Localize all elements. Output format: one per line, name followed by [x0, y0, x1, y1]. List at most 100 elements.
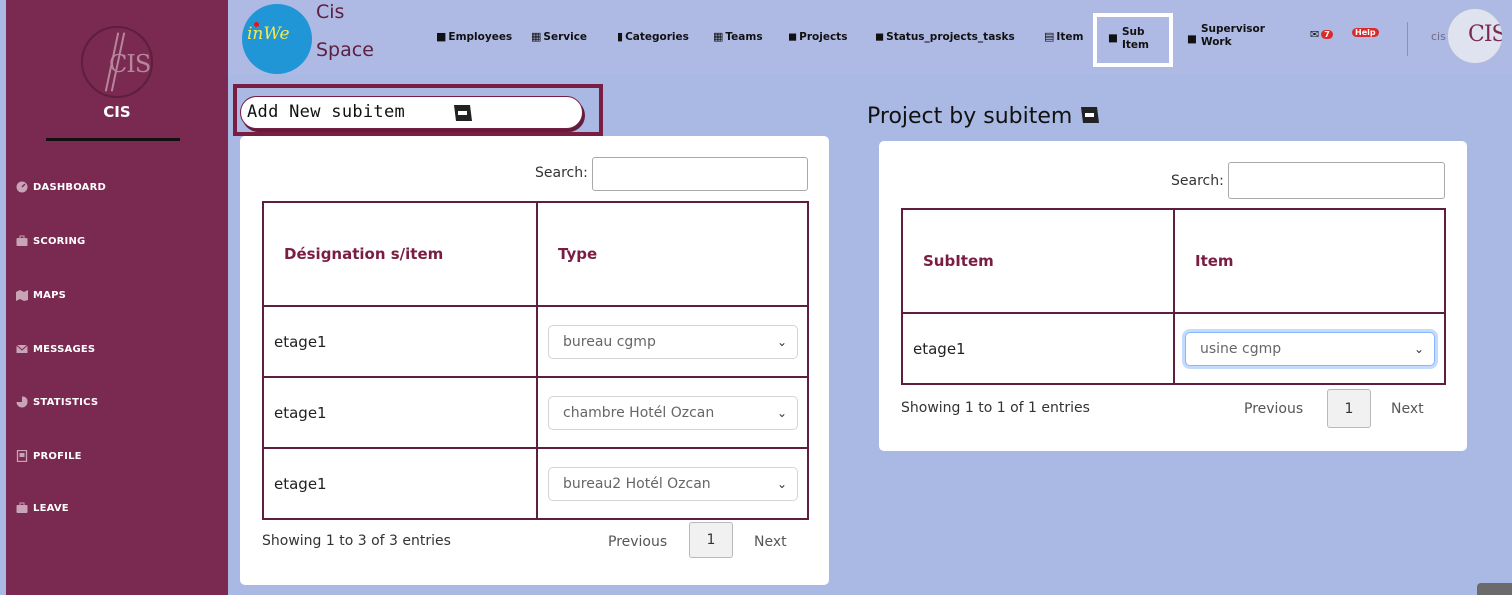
nav-label: Supervisor — [1201, 23, 1265, 35]
search-input[interactable] — [592, 157, 808, 191]
item-select[interactable]: usine cgmp ⌄ — [1185, 331, 1435, 366]
table-row: etage1 usine cgmp ⌄ — [901, 312, 1446, 385]
nav-projects[interactable]: ◼ Projects — [788, 30, 847, 43]
briefcase-icon: ◼ — [875, 30, 885, 43]
column-header-designation[interactable]: Désignation s/item — [262, 201, 538, 307]
chart-icon — [16, 396, 28, 408]
sidebar: CIS CIS DASHBOARD SCORING MAPS MESSAGES … — [6, 0, 228, 595]
id-card-icon — [16, 450, 28, 462]
nav-categories[interactable]: ▮ Categories — [617, 30, 689, 43]
table-info: Showing 1 to 3 of 3 entries — [262, 533, 451, 549]
brand-name-line2: Space — [316, 39, 374, 61]
table-icon: ▦ — [531, 30, 542, 43]
chevron-down-icon: ⌄ — [776, 476, 787, 491]
user-icon: ■ — [436, 30, 447, 43]
sidebar-item-dashboard[interactable]: DASHBOARD — [16, 176, 106, 198]
select-value: chambre Hotél Ozcan — [563, 404, 715, 421]
type-cell: chambre Hotél Ozcan ⌄ — [536, 376, 809, 449]
sub-item-icon: ■ — [1108, 32, 1118, 44]
sub-item-icon — [1081, 107, 1100, 123]
nav-label: Projects — [799, 30, 848, 43]
nav-label: Work — [1201, 36, 1232, 48]
type-select[interactable]: bureau cgmp ⌄ — [548, 324, 798, 359]
help-button[interactable]: Help — [1352, 28, 1379, 37]
nav-label: Service — [543, 30, 588, 43]
nav-status-projects-tasks[interactable]: ◼ Status_projects_tasks — [875, 30, 1015, 43]
type-select[interactable]: chambre Hotél Ozcan ⌄ — [548, 395, 798, 430]
envelope-icon: ✉ — [1310, 28, 1320, 41]
page-number-button[interactable]: 1 — [1327, 389, 1371, 428]
table-header-row: SubItem Item — [901, 208, 1446, 314]
nav-item[interactable]: ▤ Item — [1044, 30, 1083, 43]
table-row: etage1 bureau2 Hotél Ozcan ⌄ — [262, 447, 809, 520]
page-title: Project by subitem — [867, 104, 1101, 129]
add-button-label: Add New subitem — [247, 102, 406, 122]
nav-label: Item — [1122, 39, 1149, 51]
next-page-button[interactable]: Next — [754, 534, 787, 550]
designation-cell: etage1 — [262, 305, 538, 378]
sidebar-item-label: MESSAGES — [33, 343, 96, 355]
sidebar-item-label: MAPS — [33, 289, 67, 301]
page-number-button[interactable]: 1 — [689, 522, 733, 558]
designation-cell: etage1 — [262, 447, 538, 520]
table-row: etage1 bureau cgmp ⌄ — [262, 305, 809, 378]
clipboard-icon: ▮ — [617, 30, 624, 43]
select-value: bureau2 Hotél Ozcan — [563, 475, 711, 492]
nav-label: Employees — [448, 30, 513, 43]
logo-mark: CIS — [109, 50, 151, 78]
sidebar-item-label: STATISTICS — [33, 396, 99, 408]
select-value: usine cgmp — [1200, 340, 1282, 357]
column-header-subitem[interactable]: SubItem — [901, 208, 1175, 314]
sidebar-title: CIS — [103, 103, 131, 121]
project-subitem-table: SubItem Item etage1 usine cgmp ⌄ — [901, 208, 1446, 385]
chevron-down-icon: ⌄ — [776, 334, 787, 349]
add-new-subitem-button[interactable]: Add New subitem — [240, 96, 583, 129]
mail-count-badge: 7 — [1321, 30, 1333, 39]
previous-page-button[interactable]: Previous — [608, 534, 667, 550]
sidebar-divider — [46, 138, 180, 141]
briefcase-icon — [16, 235, 28, 246]
type-select[interactable]: bureau2 Hotél Ozcan ⌄ — [548, 466, 798, 501]
scroll-corner — [1477, 583, 1512, 595]
sidebar-item-leave[interactable]: LEAVE — [16, 497, 69, 519]
nav-teams[interactable]: ▦ Teams — [713, 30, 763, 43]
table-row: etage1 chambre Hotél Ozcan ⌄ — [262, 376, 809, 449]
help-badge: Help — [1352, 28, 1379, 37]
user-name[interactable]: cis — [1431, 30, 1446, 43]
nav-label: Item — [1056, 30, 1084, 43]
nav-divider — [1407, 22, 1408, 56]
briefcase-icon — [16, 502, 28, 513]
dashboard-icon — [16, 181, 28, 193]
map-icon — [16, 290, 28, 301]
sidebar-item-statistics[interactable]: STATISTICS — [16, 391, 98, 413]
designation-cell: etage1 — [262, 376, 538, 449]
sidebar-item-scoring[interactable]: SCORING — [16, 230, 85, 252]
sidebar-item-label: SCORING — [33, 235, 86, 247]
search-label: Search: — [1171, 173, 1224, 189]
sidebar-item-label: PROFILE — [33, 450, 82, 462]
column-header-item[interactable]: Item — [1173, 208, 1446, 314]
avatar-logo-mark: CIS — [1468, 22, 1503, 47]
messages-button[interactable]: ✉ 7 — [1310, 28, 1333, 41]
avatar[interactable]: CIS — [1447, 8, 1503, 64]
nav-label: Categories — [625, 30, 689, 43]
user-icon: ■ — [1187, 33, 1197, 45]
next-page-button[interactable]: Next — [1391, 401, 1424, 417]
sidebar-item-label: DASHBOARD — [33, 181, 107, 193]
column-header-type[interactable]: Type — [536, 201, 809, 307]
sub-item-icon — [454, 105, 472, 121]
nav-employees[interactable]: ■ Employees — [436, 30, 512, 43]
table-info: Showing 1 to 1 of 1 entries — [901, 400, 1090, 416]
nav-label: Teams — [725, 30, 763, 43]
search-input[interactable] — [1228, 162, 1445, 199]
sidebar-item-maps[interactable]: MAPS — [16, 284, 66, 306]
cis-logo: CIS — [81, 26, 153, 98]
select-value: bureau cgmp — [563, 333, 656, 350]
sidebar-item-profile[interactable]: PROFILE — [16, 445, 82, 467]
previous-page-button[interactable]: Previous — [1244, 401, 1303, 417]
chevron-down-icon: ⌄ — [776, 405, 787, 420]
nav-service[interactable]: ▦ Service — [531, 30, 587, 43]
title-text: Project by subitem — [867, 104, 1073, 129]
nav-label: Sub — [1122, 26, 1145, 38]
sidebar-item-messages[interactable]: MESSAGES — [16, 338, 95, 360]
